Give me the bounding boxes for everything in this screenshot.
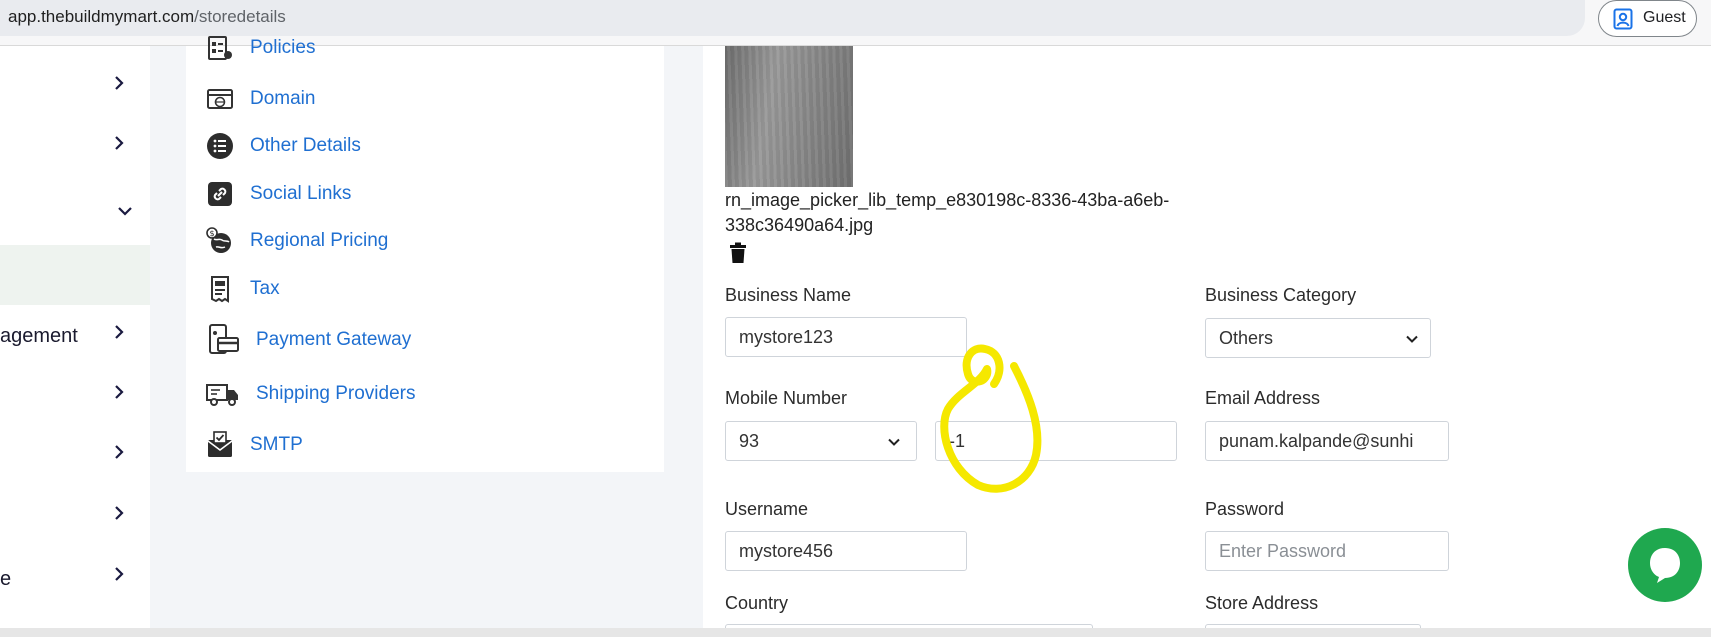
globe-dollar-icon: $ [206,227,231,253]
mail-check-icon [207,431,233,457]
sidebar-active-item[interactable] [0,245,150,305]
profile-label: Guest [1643,9,1686,26]
menu-item-label: Regional Pricing [250,230,389,251]
business-category-label: Business Category [1205,285,1357,305]
list-icon [207,133,233,159]
menu-item-social-links[interactable]: Social Links [206,178,351,210]
tax-receipt-icon [211,276,229,303]
menu-item-domain[interactable]: Domain [206,83,315,115]
truck-icon [206,384,238,406]
menu-item-label: Policies [250,37,316,58]
menu-item-label: Shipping Providers [256,383,416,404]
menu-item-regional-pricing[interactable]: $ Regional Pricing [206,225,388,257]
menu-item-label: Domain [250,88,316,109]
chevron-right-icon[interactable] [112,76,126,90]
menu-item-shipping-providers[interactable]: Shipping Providers [206,378,415,410]
business-name-label: Business Name [725,285,852,305]
business-category-value: Others [1219,328,1274,348]
username-label: Username [725,499,809,519]
email-address-input[interactable]: punam.kalpande@sunhi [1205,421,1449,461]
payment-icon [209,324,239,354]
store-details-form: rn_image_picker_lib_temp_e830198c-8336-4… [703,46,1711,634]
chevron-down-icon [1406,335,1418,343]
business-name-input[interactable]: mystore123 [725,317,967,357]
password-input[interactable]: Enter Password [1205,531,1449,571]
profile-icon [1613,8,1633,30]
menu-item-label: Social Links [250,183,352,204]
chevron-right-icon[interactable] [112,136,126,150]
chat-widget-button[interactable] [1628,528,1702,602]
menu-item-label: Tax [250,278,280,299]
trash-icon[interactable] [729,242,747,264]
chevron-right-icon[interactable] [112,445,126,459]
chevron-down-icon [888,438,900,446]
chevron-right-icon[interactable] [112,325,126,339]
link-icon [208,182,232,206]
svg-text:$: $ [209,229,214,238]
image-filename: rn_image_picker_lib_temp_e830198c-8336-4… [725,190,1170,235]
policies-icon [208,36,232,60]
url-path: /storedetails [194,7,286,26]
app-sidebar: agement e [0,46,150,628]
password-label: Password [1205,499,1285,519]
menu-item-label: Other Details [250,135,361,156]
menu-item-label: SMTP [250,434,303,455]
url-text[interactable]: app.thebuildmymart.com/storedetails [8,7,286,27]
address-bar[interactable]: app.thebuildmymart.com/storedetails [0,0,1585,36]
mobile-number-label: Mobile Number [725,388,848,408]
store-address-label: Store Address [1205,593,1319,613]
settings-menu: Policies Domain Other Details Social Lin… [186,36,664,472]
store-image-thumbnail[interactable] [725,46,853,187]
menu-item-label: Payment Gateway [256,329,412,350]
chevron-right-icon[interactable] [112,385,126,399]
menu-item-payment-gateway[interactable]: Payment Gateway [206,324,411,356]
domain-icon [207,89,233,109]
business-category-select[interactable]: Others [1205,318,1431,358]
menu-item-tax[interactable]: Tax [206,273,280,305]
country-code-value: 93 [739,431,760,451]
chevron-down-icon[interactable] [118,204,132,218]
menu-item-other-details[interactable]: Other Details [206,130,361,162]
menu-item-smtp[interactable]: SMTP [206,429,303,461]
url-host: app.thebuildmymart.com [8,7,195,26]
chat-icon [1650,548,1680,583]
mobile-number-input[interactable]: -1 [935,421,1177,461]
username-input[interactable]: mystore456 [725,531,967,571]
chevron-right-icon[interactable] [112,506,126,520]
menu-item-policies[interactable]: Policies [206,32,315,64]
profile-button[interactable]: Guest [1598,0,1697,37]
chevron-right-icon[interactable] [112,567,126,581]
status-bar [0,628,1711,637]
email-address-label: Email Address [1205,388,1321,408]
sidebar-item-label[interactable]: agement [0,325,78,348]
country-label: Country [725,593,789,613]
sidebar-item-label[interactable]: e [0,568,11,591]
country-code-select[interactable]: 93 [725,421,917,461]
